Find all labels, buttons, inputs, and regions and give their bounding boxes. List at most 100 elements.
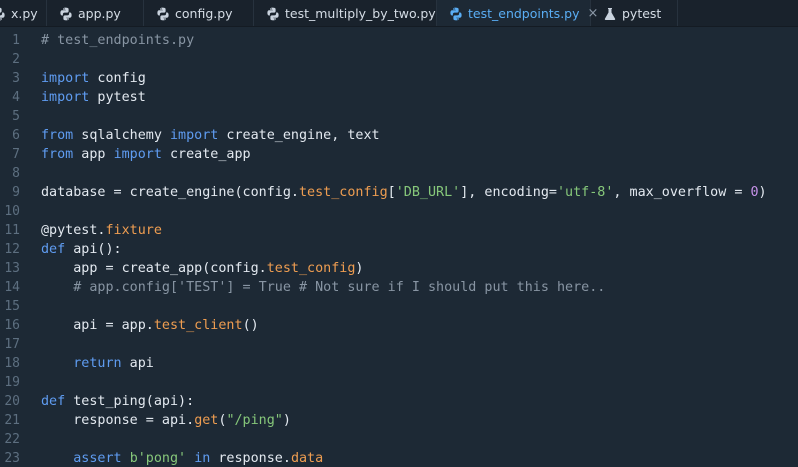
code-token: ) xyxy=(758,185,767,200)
tab-pytest[interactable]: pytest xyxy=(591,0,678,26)
tab-test-multiply-by-two-py[interactable]: test_multiply_by_two.py xyxy=(254,0,437,26)
code-line[interactable]: 2 xyxy=(0,50,798,69)
line-number: 5 xyxy=(12,109,20,124)
line-number: 8 xyxy=(12,166,20,181)
code-text: from app import create_app xyxy=(41,145,251,164)
code-line[interactable]: 3 import config xyxy=(0,69,798,88)
tab-config-py[interactable]: config.py xyxy=(144,0,254,26)
code-token: () xyxy=(242,318,259,333)
code-line[interactable]: 10 xyxy=(0,202,798,221)
line-number: 20 xyxy=(4,394,20,409)
code-line[interactable]: 19 xyxy=(0,373,798,392)
code-token: import xyxy=(41,71,90,86)
tab-label: x.py xyxy=(11,6,38,21)
code-token: , max_overflow = xyxy=(613,185,751,200)
code-token: ) xyxy=(355,261,364,276)
code-line[interactable]: 15 xyxy=(0,297,798,316)
code-line[interactable]: 16 api = app.test_client() xyxy=(0,316,798,335)
code-token: api = app. xyxy=(41,318,154,333)
line-number: 9 xyxy=(12,185,20,200)
line-number: 19 xyxy=(4,375,20,390)
code-line[interactable]: 7 from app import create_app xyxy=(0,145,798,164)
code-token: create_app xyxy=(161,147,251,162)
code-text: import config xyxy=(41,69,146,88)
line-number: 10 xyxy=(4,204,20,219)
code-token: return xyxy=(41,356,122,371)
code-token: from xyxy=(41,147,74,162)
code-token: 0 xyxy=(750,185,759,200)
line-number: 4 xyxy=(12,90,20,105)
python-icon xyxy=(59,7,73,21)
code-line[interactable]: 22 xyxy=(0,430,798,449)
tab-test-endpoints-py[interactable]: test_endpoints.py × xyxy=(437,0,598,26)
code-line[interactable]: 9 database = create_engine(config.test_co… xyxy=(0,183,798,202)
code-token: sqlalchemy xyxy=(73,128,170,143)
code-line[interactable]: 20 def test_ping(api): xyxy=(0,392,798,411)
code-token: import xyxy=(41,90,90,105)
code-line[interactable]: 23 assert b'pong' in response.data xyxy=(0,449,798,467)
python-icon xyxy=(156,7,170,21)
code-token: database = create_engine(config. xyxy=(41,185,299,200)
code-token: # test_endpoints.py xyxy=(41,33,195,48)
code-token: test_config xyxy=(298,185,388,200)
line-number: 15 xyxy=(4,299,20,314)
python-icon xyxy=(0,7,6,21)
code-text: app = create_app(config.test_config) xyxy=(41,259,363,278)
code-token: import xyxy=(170,128,219,143)
code-text: import pytest xyxy=(41,88,146,107)
line-number: 17 xyxy=(4,337,20,352)
code-line[interactable]: 1 # test_endpoints.py xyxy=(0,31,798,50)
code-token: get xyxy=(194,413,219,428)
code-line[interactable]: 4 import pytest xyxy=(0,88,798,107)
code-token: create_engine, text xyxy=(218,128,380,143)
code-text: @pytest.fixture xyxy=(41,221,162,240)
python-icon xyxy=(266,7,280,21)
code-text: def api(): xyxy=(41,240,122,259)
code-token: 'DB_URL' xyxy=(395,185,461,200)
line-number: 6 xyxy=(12,128,20,143)
code-text: from sqlalchemy import create_engine, te… xyxy=(41,126,380,145)
code-token: b'pong' xyxy=(129,451,187,466)
tab-app-py[interactable]: app.py xyxy=(47,0,144,26)
code-line[interactable]: 8 xyxy=(0,164,798,183)
line-number: 13 xyxy=(4,261,20,276)
code-token: import xyxy=(113,147,162,162)
code-token: fixture xyxy=(105,223,162,238)
line-number: 23 xyxy=(4,451,20,466)
line-number: 1 xyxy=(12,33,20,48)
code-line[interactable]: 13 app = create_app(config.test_config) xyxy=(0,259,798,278)
code-token: api(): xyxy=(65,242,122,257)
code-line[interactable]: 18 return api xyxy=(0,354,798,373)
code-line[interactable]: 6 from sqlalchemy import create_engine, t… xyxy=(0,126,798,145)
code-token: in xyxy=(194,451,211,466)
code-editor[interactable]: 1 # test_endpoints.py 2 3 import config 4 impo… xyxy=(0,27,798,467)
code-token: data xyxy=(290,451,324,466)
tab-label: test_endpoints.py xyxy=(468,6,580,21)
line-number: 21 xyxy=(4,413,20,428)
code-text: # app.config['TEST'] = True # Not sure i… xyxy=(41,278,605,297)
tab-label: test_multiply_by_two.py xyxy=(285,6,436,21)
line-number: 16 xyxy=(4,318,20,333)
code-text: return api xyxy=(41,354,154,373)
line-number: 2 xyxy=(12,52,20,67)
code-token: 'utf-8' xyxy=(556,185,614,200)
tab-x-py[interactable]: x.py xyxy=(0,0,47,26)
code-line[interactable]: 21 response = api.get("/ping") xyxy=(0,411,798,430)
code-token: test_client xyxy=(153,318,243,333)
code-token: test_config xyxy=(266,261,356,276)
code-line[interactable]: 12 def api(): xyxy=(0,240,798,259)
line-number: 14 xyxy=(4,280,20,295)
tab-label: app.py xyxy=(78,6,121,21)
tab-label: pytest xyxy=(622,6,662,21)
code-line[interactable]: 11 @pytest.fixture xyxy=(0,221,798,240)
code-text: assert b'pong' in response.data xyxy=(41,449,323,467)
code-text: # test_endpoints.py xyxy=(41,31,194,50)
code-line[interactable]: 17 xyxy=(0,335,798,354)
code-token: from xyxy=(41,128,74,143)
code-line[interactable]: 14 # app.config['TEST'] = True # Not sur… xyxy=(0,278,798,297)
flask-icon xyxy=(603,7,617,21)
code-token: config xyxy=(89,71,146,86)
code-line[interactable]: 5 xyxy=(0,107,798,126)
